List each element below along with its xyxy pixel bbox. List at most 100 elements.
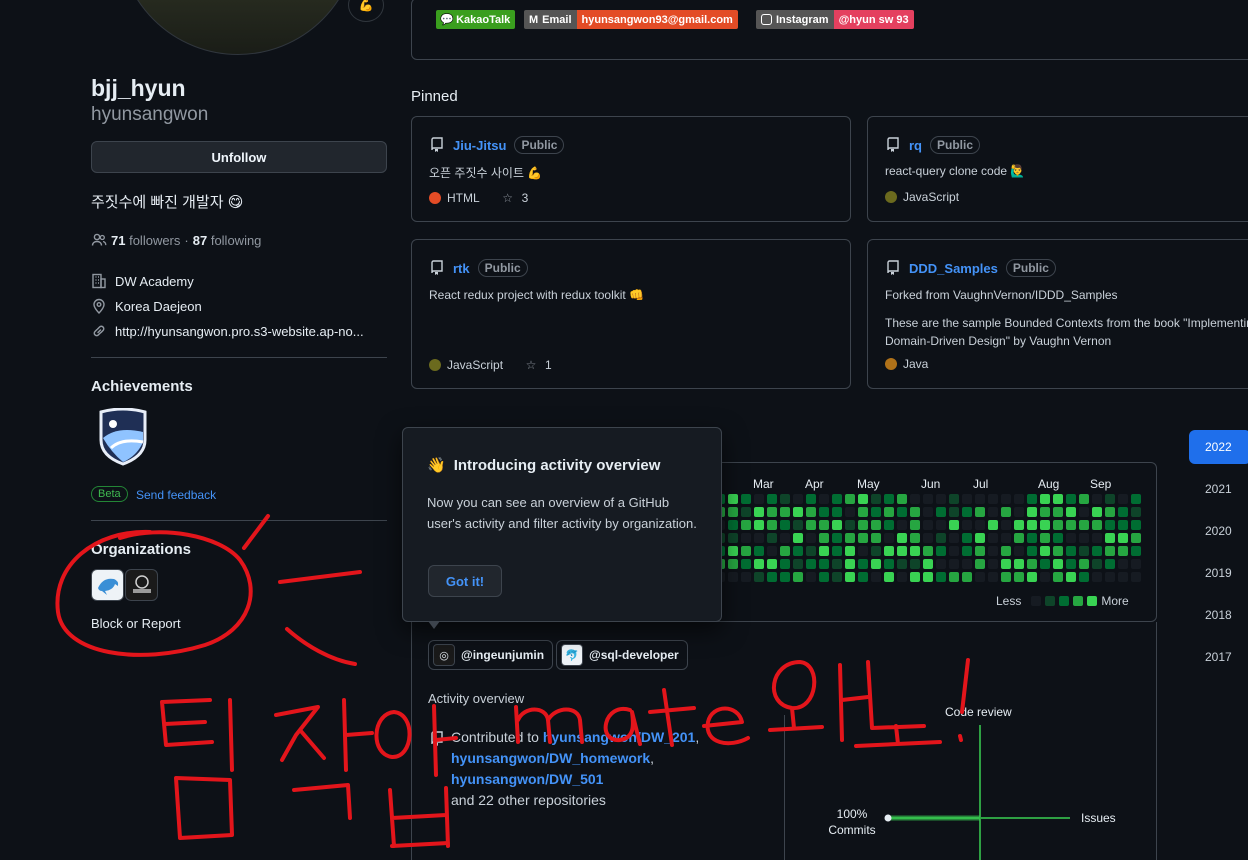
contribution-day[interactable] [1053, 546, 1063, 556]
contribution-day[interactable] [962, 494, 972, 504]
contribution-day[interactable] [936, 520, 946, 530]
org-filter-ingeunjumin[interactable]: ◎ @ingeunjumin [428, 640, 554, 670]
contribution-day[interactable] [832, 494, 842, 504]
contribution-day[interactable] [1053, 559, 1063, 569]
contribution-day[interactable] [1105, 520, 1115, 530]
contribution-day[interactable] [728, 533, 738, 543]
contribution-day[interactable] [819, 520, 829, 530]
contribution-day[interactable] [1105, 559, 1115, 569]
contribution-day[interactable] [819, 494, 829, 504]
contribution-day[interactable] [897, 533, 907, 543]
contribution-day[interactable] [1027, 533, 1037, 543]
contribution-day[interactable] [1131, 559, 1141, 569]
contribution-day[interactable] [780, 546, 790, 556]
contribution-day[interactable] [871, 507, 881, 517]
contribution-day[interactable] [1014, 572, 1024, 582]
contribution-day[interactable] [1105, 533, 1115, 543]
contribution-day[interactable] [1027, 494, 1037, 504]
contribution-day[interactable] [845, 507, 855, 517]
send-feedback-link[interactable]: Send feedback [136, 488, 216, 502]
contribution-day[interactable] [1131, 572, 1141, 582]
org-avatar-sql-developer[interactable] [91, 569, 124, 601]
contribution-day[interactable] [858, 520, 868, 530]
kakaotalk-badge[interactable]: 💬 KakaoTalk [436, 10, 516, 29]
unfollow-button[interactable]: Unfollow [91, 141, 387, 173]
contribution-day[interactable] [1079, 572, 1089, 582]
contribution-day[interactable] [962, 533, 972, 543]
contribution-day[interactable] [1027, 520, 1037, 530]
contribution-day[interactable] [1053, 533, 1063, 543]
contribution-day[interactable] [1001, 507, 1011, 517]
contribution-day[interactable] [975, 572, 985, 582]
contribution-day[interactable] [1079, 546, 1089, 556]
contribution-day[interactable] [1040, 494, 1050, 504]
contribution-day[interactable] [949, 546, 959, 556]
contribution-day[interactable] [819, 546, 829, 556]
contribution-day[interactable] [1092, 507, 1102, 517]
contribution-day[interactable] [741, 572, 751, 582]
contribution-day[interactable] [988, 520, 998, 530]
contribution-day[interactable] [975, 520, 985, 530]
instagram-badge[interactable]: Instagram @hyun sw 93 [756, 10, 914, 29]
contribution-day[interactable] [728, 559, 738, 569]
contribution-day[interactable] [767, 520, 777, 530]
contribution-day[interactable] [884, 520, 894, 530]
contribution-day[interactable] [1014, 559, 1024, 569]
contribution-day[interactable] [858, 559, 868, 569]
contribution-day[interactable] [1027, 559, 1037, 569]
contribution-day[interactable] [780, 494, 790, 504]
contribution-day[interactable] [780, 520, 790, 530]
contribution-day[interactable] [1131, 494, 1141, 504]
contribution-day[interactable] [871, 546, 881, 556]
contribution-day[interactable] [897, 507, 907, 517]
contribution-day[interactable] [1040, 520, 1050, 530]
contribution-day[interactable] [767, 507, 777, 517]
contribution-day[interactable] [871, 559, 881, 569]
contribution-day[interactable] [1092, 533, 1102, 543]
contribution-day[interactable] [884, 494, 894, 504]
year-2021[interactable]: 2021 [1189, 472, 1248, 506]
repo-link[interactable]: hyunsangwon/DW_201 [543, 729, 695, 745]
contribution-day[interactable] [845, 546, 855, 556]
contribution-day[interactable] [741, 546, 751, 556]
contribution-day[interactable] [1001, 494, 1011, 504]
contribution-day[interactable] [780, 507, 790, 517]
contribution-day[interactable] [1131, 520, 1141, 530]
contribution-day[interactable] [806, 559, 816, 569]
contribution-day[interactable] [1105, 546, 1115, 556]
contribution-day[interactable] [871, 520, 881, 530]
contribution-day[interactable] [1066, 507, 1076, 517]
contribution-day[interactable] [1066, 533, 1076, 543]
contribution-day[interactable] [728, 494, 738, 504]
contribution-day[interactable] [1040, 533, 1050, 543]
contribution-day[interactable] [767, 494, 777, 504]
contribution-day[interactable] [806, 572, 816, 582]
contribution-day[interactable] [1131, 507, 1141, 517]
followers-link[interactable]: 71 followers [111, 233, 180, 248]
contribution-day[interactable] [910, 507, 920, 517]
contribution-day[interactable] [1053, 507, 1063, 517]
contribution-day[interactable] [754, 572, 764, 582]
contribution-day[interactable] [975, 546, 985, 556]
contribution-day[interactable] [819, 507, 829, 517]
contribution-day[interactable] [936, 494, 946, 504]
star-icon[interactable]: ☆ [523, 357, 539, 373]
contribution-day[interactable] [1118, 507, 1128, 517]
achievement-badge[interactable] [97, 407, 149, 466]
contribution-day[interactable] [910, 546, 920, 556]
year-2019[interactable]: 2019 [1189, 556, 1248, 590]
block-or-report-link[interactable]: Block or Report [91, 616, 181, 631]
contribution-day[interactable] [962, 507, 972, 517]
contribution-day[interactable] [897, 494, 907, 504]
contribution-day[interactable] [819, 572, 829, 582]
contribution-day[interactable] [962, 572, 972, 582]
contribution-day[interactable] [1092, 546, 1102, 556]
contribution-day[interactable] [988, 533, 998, 543]
contribution-day[interactable] [780, 533, 790, 543]
contribution-day[interactable] [1014, 533, 1024, 543]
contribution-day[interactable] [832, 507, 842, 517]
contribution-day[interactable] [728, 520, 738, 530]
contribution-day[interactable] [741, 507, 751, 517]
repo-link[interactable]: hyunsangwon/DW_501 [451, 771, 603, 787]
contribution-day[interactable] [1027, 507, 1037, 517]
